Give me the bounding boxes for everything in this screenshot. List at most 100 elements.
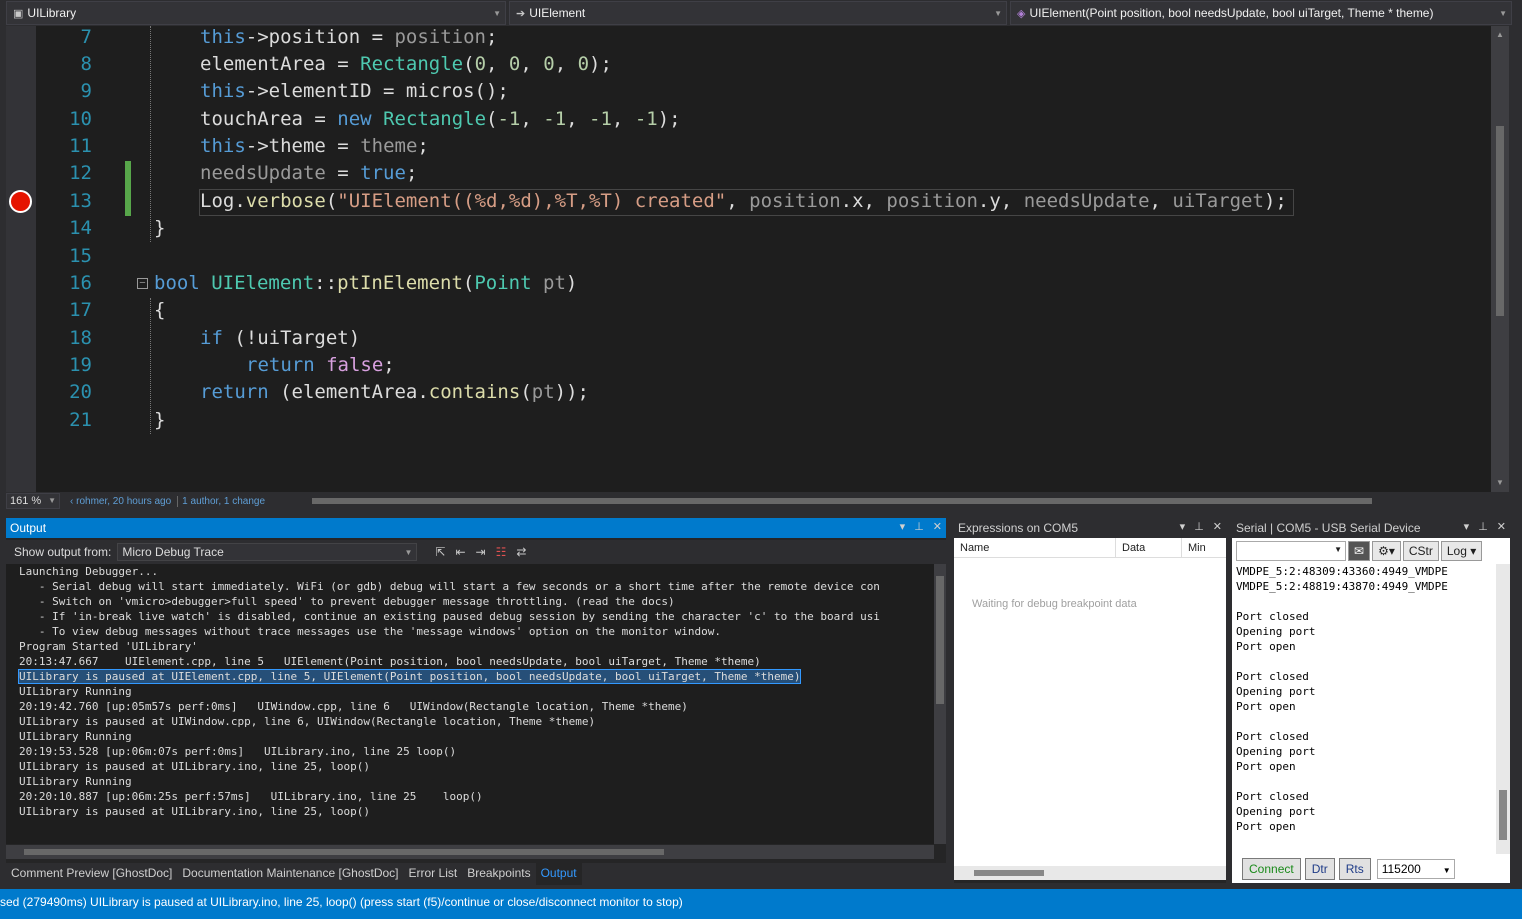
next-message-icon[interactable]: ⇥	[476, 545, 486, 559]
output-line[interactable]: - If 'in-break live watch' is disabled, …	[19, 609, 934, 624]
output-line[interactable]: UILibrary Running	[19, 729, 934, 744]
output-line[interactable]: UILibrary Running	[19, 684, 934, 699]
tab-comment-preview-ghostdoc[interactable]: Comment Preview [GhostDoc]	[6, 863, 177, 885]
output-line[interactable]: 20:19:42.760 [up:05m57s perf:0ms] UIWind…	[19, 699, 934, 714]
output-title-bar[interactable]: Output ▾ ⊥ ✕	[6, 518, 946, 538]
code-line[interactable]: 19 return false;	[6, 352, 1506, 379]
blame-author[interactable]: ‹ rohmer, 20 hours ago	[70, 496, 171, 507]
column-header-name[interactable]: Name	[954, 538, 1116, 557]
close-icon[interactable]: ✕	[1213, 520, 1222, 533]
serial-line: Port closed	[1236, 790, 1309, 803]
code-line[interactable]: 16 bool UIElement::ptInElement(Point pt)	[6, 270, 1506, 297]
code-text: this->position = position;	[200, 26, 498, 48]
output-line[interactable]: UILibrary is paused at UIWindow.cpp, lin…	[19, 714, 934, 729]
output-horizontal-scrollbar[interactable]	[6, 845, 934, 859]
close-icon[interactable]: ✕	[1497, 520, 1506, 533]
output-line[interactable]: - To view debug messages without trace m…	[19, 624, 934, 639]
scroll-thumb[interactable]	[1499, 790, 1507, 840]
log-dropdown[interactable]: Log ▾	[1440, 541, 1483, 561]
output-vertical-scrollbar[interactable]	[934, 564, 946, 844]
serial-line	[1236, 714, 1496, 729]
code-line[interactable]: 20 return (elementArea.contains(pt));	[6, 379, 1506, 406]
expressions-title-bar[interactable]: Expressions on COM5 ▾ ⊥ ✕	[954, 518, 1226, 538]
zoom-dropdown[interactable]: 161 % ▼	[6, 493, 60, 509]
pin-icon[interactable]: ⊥	[1194, 520, 1204, 533]
clear-all-icon[interactable]: ☷	[496, 545, 507, 559]
send-icon[interactable]: ✉	[1348, 541, 1371, 561]
code-line[interactable]: 8 elementArea = Rectangle(0, 0, 0, 0);	[6, 51, 1506, 78]
code-line[interactable]: 9 this->elementID = micros();	[6, 78, 1506, 105]
line-number: 18	[69, 327, 92, 349]
tab-breakpoints[interactable]: Breakpoints	[462, 863, 535, 885]
scroll-thumb[interactable]	[936, 576, 944, 704]
chevron-down-icon: ▼	[1442, 865, 1451, 875]
output-line[interactable]: - Serial debug will start immediately. W…	[19, 579, 934, 594]
expressions-horizontal-scrollbar[interactable]	[954, 866, 1226, 880]
send-input[interactable]: ▼	[1236, 541, 1346, 561]
code-line[interactable]: 7 this->position = position;	[6, 26, 1506, 51]
code-line[interactable]: 10 touchArea = new Rectangle(-1, -1, -1, …	[6, 106, 1506, 133]
cstr-button[interactable]: CStr	[1402, 541, 1439, 561]
pin-icon[interactable]: ⊥	[914, 520, 924, 533]
editor-vertical-scrollbar[interactable]: ▲ ▼	[1491, 26, 1509, 492]
window-menu-icon[interactable]: ▾	[1464, 520, 1470, 533]
tab-documentation-maintenance-ghostdoc[interactable]: Documentation Maintenance [GhostDoc]	[177, 863, 403, 885]
previous-message-icon[interactable]: ⇤	[455, 545, 465, 559]
rts-toggle[interactable]: Rts	[1338, 857, 1371, 880]
output-line[interactable]: 20:20:10.887 [up:06m:25s perf:57ms] UILi…	[19, 789, 934, 804]
editor-horizontal-scrollbar[interactable]	[306, 496, 1486, 505]
scroll-thumb[interactable]	[24, 849, 664, 855]
code-line[interactable]: 15	[6, 243, 1506, 270]
scroll-thumb[interactable]	[1496, 126, 1504, 316]
scroll-thumb[interactable]	[974, 870, 1044, 876]
serial-line: Port closed	[1236, 670, 1309, 683]
pin-icon[interactable]: ⊥	[1478, 520, 1488, 533]
output-line[interactable]: - Switch on 'vmicro>debugger>full speed'…	[19, 594, 934, 609]
member-dropdown[interactable]: ◈ UIElement(Point position, bool needsUp…	[1010, 1, 1512, 25]
close-icon[interactable]: ✕	[933, 520, 942, 533]
blame-changes[interactable]: 1 author, 1 change	[177, 495, 265, 507]
word-wrap-icon[interactable]: ⇄	[516, 545, 526, 559]
window-menu-icon[interactable]: ▾	[1180, 520, 1186, 533]
window-menu-icon[interactable]: ▾	[900, 520, 906, 533]
code-line[interactable]: 17 {	[6, 297, 1506, 324]
baud-rate-select[interactable]: 115200 ▼	[1376, 858, 1455, 879]
scroll-down-icon[interactable]: ▼	[1496, 478, 1504, 487]
code-line[interactable]: 12 needsUpdate = true;	[6, 160, 1506, 187]
code-line[interactable]: 18 if (!uiTarget)	[6, 325, 1506, 352]
settings-icon[interactable]: ⚙▾	[1372, 541, 1401, 561]
serial-title-bar[interactable]: Serial | COM5 - USB Serial Device ▾ ⊥ ✕	[1232, 518, 1510, 538]
output-line-selected[interactable]: UILibrary is paused at UIElement.cpp, li…	[17, 669, 934, 684]
connect-button[interactable]: Connect	[1242, 857, 1301, 880]
code-text: this->elementID = micros();	[200, 80, 509, 102]
dtr-toggle[interactable]: Dtr	[1304, 857, 1335, 880]
expressions-grid[interactable]: Name Data Min Waiting for debug breakpoi…	[954, 538, 1226, 866]
output-line[interactable]: Launching Debugger...	[19, 564, 934, 579]
column-header-min[interactable]: Min	[1182, 538, 1226, 557]
output-line[interactable]: UILibrary is paused at UILibrary.ino, li…	[19, 804, 934, 819]
class-dropdown[interactable]: ➔ UIElement ▼	[509, 1, 1007, 25]
output-line[interactable]: Program Started 'UILibrary'	[19, 639, 934, 654]
scroll-thumb[interactable]	[312, 498, 1372, 504]
scroll-up-icon[interactable]: ▲	[1496, 30, 1504, 39]
find-message-icon[interactable]: ⇱	[435, 545, 445, 559]
tab-output[interactable]: Output	[535, 863, 582, 885]
tab-error-list[interactable]: Error List	[404, 863, 463, 885]
output-line-text: - Serial debug will start immediately. W…	[19, 580, 880, 593]
code-line[interactable]: 13 Log.verbose("UIElement((%d,%d),%T,%T) …	[6, 188, 1506, 215]
code-line[interactable]: 14}	[6, 215, 1506, 242]
output-source-select[interactable]: Micro Debug Trace ▼	[117, 543, 418, 561]
code-line[interactable]: 11 this->theme = theme;	[6, 133, 1506, 160]
column-header-data[interactable]: Data	[1116, 538, 1182, 557]
output-line[interactable]: UILibrary is paused at UILibrary.ino, li…	[19, 759, 934, 774]
serial-output-text[interactable]: VMDPE_5:2:48309:43360:4949_VMDPE VMDPE_5:…	[1232, 564, 1496, 854]
code-line[interactable]: 21}	[6, 407, 1506, 434]
output-text[interactable]: Launching Debugger... - Serial debug wil…	[6, 564, 934, 844]
output-line[interactable]: UILibrary Running	[19, 774, 934, 789]
code-text: return false;	[246, 354, 395, 376]
code-editor[interactable]: − 7 this->position = position; 8 elementAr…	[6, 26, 1509, 492]
output-line[interactable]: 20:13:47.667 UIElement.cpp, line 5 UIEle…	[19, 654, 934, 669]
output-line[interactable]: 20:19:53.528 [up:06m:07s perf:0ms] UILib…	[19, 744, 934, 759]
serial-vertical-scrollbar[interactable]	[1496, 564, 1510, 854]
project-dropdown[interactable]: ▣ UILibrary ▼	[6, 1, 506, 25]
